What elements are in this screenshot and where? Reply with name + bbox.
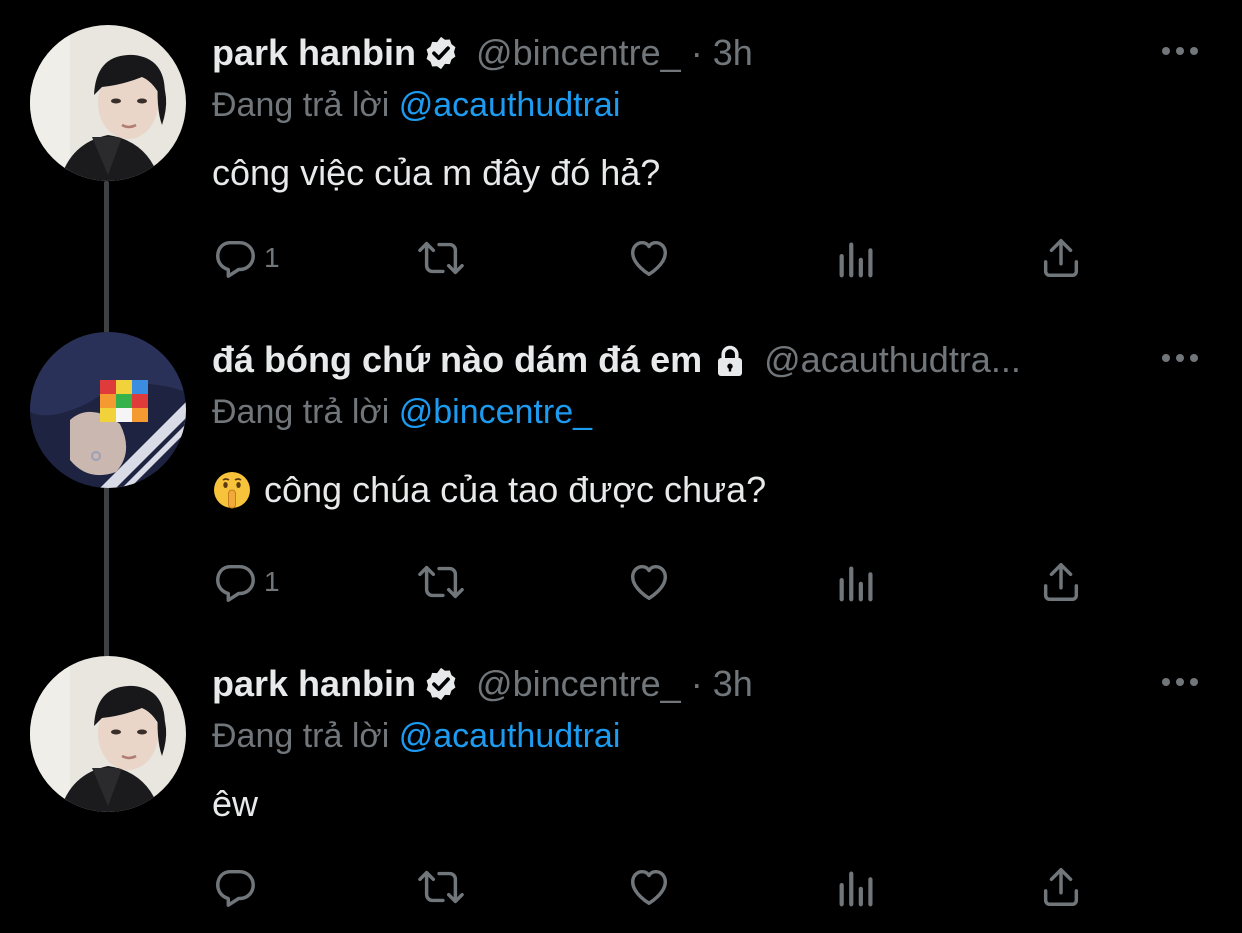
share-button[interactable] <box>1038 233 1084 283</box>
tweet[interactable]: park hanbin @bincentre_ · 3h Đang trả lờ… <box>0 0 1242 310</box>
display-name[interactable]: park hanbin <box>212 659 416 709</box>
tweet[interactable]: đá bóng chứ nào dám đá em @acauthudtra..… <box>0 307 1242 627</box>
timestamp[interactable]: 3h <box>713 659 753 709</box>
separator-dot: · <box>690 663 703 704</box>
like-icon <box>630 869 668 906</box>
timestamp[interactable]: 3h <box>713 28 753 78</box>
retweet-button[interactable] <box>418 557 464 607</box>
reply-button[interactable]: 1 <box>212 233 280 283</box>
avatar[interactable] <box>30 25 186 181</box>
user-handle[interactable]: @acauthudtra... <box>764 335 1021 385</box>
verified-badge-icon <box>422 34 460 72</box>
share-icon <box>1043 868 1079 906</box>
avatar-image <box>30 25 186 181</box>
replying-to: Đang trả lời @bincentre_ <box>212 387 592 437</box>
tweet-actions: 1 <box>212 233 1092 283</box>
like-button[interactable] <box>626 862 672 912</box>
lock-icon <box>712 342 748 378</box>
share-button[interactable] <box>1038 862 1084 912</box>
tweet-text: êw <box>212 779 258 829</box>
tweet-text-content: êw <box>212 783 259 824</box>
share-icon <box>1043 563 1079 601</box>
replying-to-mention[interactable]: @acauthudtrai <box>399 717 621 755</box>
retweet-icon <box>418 870 464 904</box>
like-icon <box>630 240 668 277</box>
views-button[interactable] <box>834 233 880 283</box>
tweet-thread: park hanbin @bincentre_ · 3h Đang trả lờ… <box>0 0 1242 933</box>
avatar-image <box>30 332 186 488</box>
retweet-button[interactable] <box>418 233 464 283</box>
more-horizontal-icon[interactable] <box>1160 667 1200 697</box>
replying-to: Đang trả lời @acauthudtrai <box>212 80 620 130</box>
views-icon <box>839 242 873 278</box>
avatar[interactable] <box>30 656 186 812</box>
shushing-face-emoji <box>212 470 252 510</box>
reply-icon <box>216 564 255 602</box>
tweet-header: park hanbin @bincentre_ · 3h <box>212 659 753 709</box>
tweet-header: đá bóng chứ nào dám đá em @acauthudtra..… <box>212 335 1021 385</box>
replying-to: Đang trả lời @acauthudtrai <box>212 711 620 761</box>
replying-to-label: Đang trả lời <box>212 717 390 755</box>
replying-to-label: Đang trả lời <box>212 393 390 431</box>
like-button[interactable] <box>626 233 672 283</box>
reply-count: 1 <box>264 242 280 273</box>
retweet-button[interactable] <box>418 862 464 912</box>
retweet-icon <box>418 565 464 599</box>
replying-to-mention[interactable]: @acauthudtrai <box>399 86 621 124</box>
tweet-actions <box>212 862 1092 912</box>
views-button[interactable] <box>834 557 880 607</box>
more-horizontal-icon[interactable] <box>1160 343 1200 373</box>
views-icon <box>839 566 873 602</box>
tweet-text-content: công việc của m đây đó hả? <box>212 152 661 193</box>
separator-dot: · <box>690 32 703 73</box>
display-name[interactable]: đá bóng chứ nào dám đá em <box>212 335 702 385</box>
replying-to-label: Đang trả lời <box>212 86 390 124</box>
user-handle[interactable]: @bincentre_ <box>476 659 681 709</box>
user-handle[interactable]: @bincentre_ <box>476 28 681 78</box>
share-icon <box>1043 239 1079 277</box>
more-horizontal-icon[interactable] <box>1160 36 1200 66</box>
tweet[interactable]: park hanbin @bincentre_ · 3h Đang trả lờ… <box>0 631 1242 933</box>
verified-badge-icon <box>422 665 460 703</box>
reply-button[interactable]: 1 <box>212 557 280 607</box>
views-icon <box>839 871 873 907</box>
like-icon <box>630 564 668 601</box>
like-button[interactable] <box>626 557 672 607</box>
reply-icon <box>216 869 255 907</box>
tweet-header: park hanbin @bincentre_ · 3h <box>212 28 753 78</box>
reply-icon <box>216 240 255 278</box>
display-name[interactable]: park hanbin <box>212 28 416 78</box>
reply-count: 1 <box>264 566 280 597</box>
tweet-text-content: công chúa của tao được chưa? <box>264 469 767 510</box>
tweet-text: công chúa của tao được chưa? <box>212 465 766 515</box>
views-button[interactable] <box>834 862 880 912</box>
avatar[interactable] <box>30 332 186 488</box>
tweet-actions: 1 <box>212 557 1092 607</box>
share-button[interactable] <box>1038 557 1084 607</box>
reply-button[interactable] <box>212 862 264 912</box>
retweet-icon <box>418 241 464 275</box>
tweet-text: công việc của m đây đó hả? <box>212 148 660 198</box>
avatar-image <box>30 656 186 812</box>
replying-to-mention[interactable]: @bincentre_ <box>399 393 592 431</box>
